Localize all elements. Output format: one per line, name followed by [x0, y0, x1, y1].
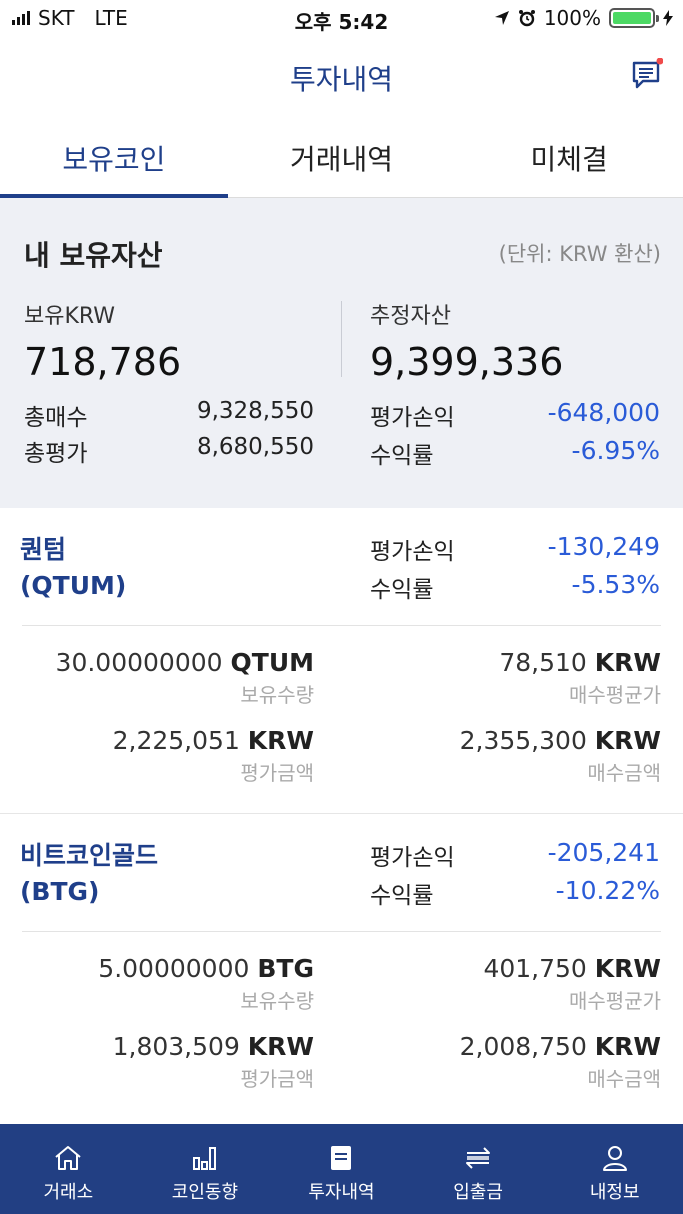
coin-buy-amount: 2,355,300 KRW 매수금액 — [361, 726, 661, 786]
coin-pl-value: -130,249 — [547, 532, 660, 561]
eval-label: 평가금액 — [240, 761, 314, 785]
krw-value: 718,786 — [24, 340, 182, 384]
eval-unit: KRW — [247, 1032, 314, 1061]
krw-balance: 보유KRW 718,786 — [24, 298, 314, 384]
nav-label: 입출금 — [453, 1182, 503, 1203]
pl-value: -648,000 — [547, 398, 660, 427]
tab-pending[interactable]: 미체결 — [455, 116, 683, 197]
qty-unit: BTG — [257, 954, 314, 983]
coin-name-ko: 비트코인골드 — [20, 841, 159, 870]
eval-label: 평가금액 — [240, 1067, 314, 1091]
coin-eval-amount: 1,803,509 KRW 평가금액 — [14, 1032, 314, 1092]
app-header: 투자내역 — [0, 38, 683, 116]
rate-value: -6.95% — [571, 436, 660, 465]
location-icon — [494, 11, 509, 25]
coin-rate-value: -5.53% — [571, 570, 660, 599]
chat-icon[interactable] — [631, 58, 663, 90]
coin-quantity: 5.00000000 BTG 보유수량 — [14, 954, 314, 1014]
bottom-nav: 거래소 코인동향 투자내역 입출금 내정보 — [0, 1124, 683, 1214]
user-icon — [602, 1146, 627, 1171]
coin-card-btg[interactable]: 비트코인골드 (BTG) 평가손익 -205,241 수익률 -10.22% 5… — [0, 814, 683, 1120]
avg-unit: KRW — [594, 954, 661, 983]
qty-label: 보유수량 — [240, 683, 314, 707]
eval-value: 1,803,509 — [112, 1032, 240, 1061]
coin-name: 비트코인골드 (BTG) — [20, 838, 158, 910]
buy-unit: KRW — [594, 726, 661, 755]
buy-value: 2,355,300 — [459, 726, 587, 755]
coin-avg-price: 78,510 KRW 매수평균가 — [361, 648, 661, 708]
qty-unit: QTUM — [230, 648, 314, 677]
asset-summary: 내 보유자산 (단위: KRW 환산) 보유KRW 718,786 추정자산 9… — [0, 198, 683, 508]
nav-label: 코인동향 — [171, 1182, 239, 1203]
summary-unit: (단위: KRW 환산) — [498, 242, 661, 266]
nav-my-info[interactable]: 내정보 — [546, 1124, 683, 1214]
battery-percent: 100% — [543, 6, 601, 30]
avg-label: 매수평균가 — [569, 989, 661, 1013]
qty-value: 30.00000000 — [55, 648, 223, 677]
krw-label: 보유KRW — [24, 304, 116, 329]
bar-chart-icon — [192, 1147, 216, 1170]
nav-exchange[interactable]: 거래소 — [0, 1124, 137, 1214]
nav-label: 투자내역 — [308, 1182, 375, 1203]
nav-label: 거래소 — [43, 1182, 94, 1203]
coin-symbol: (QTUM) — [20, 571, 127, 600]
nav-investments[interactable]: 투자내역 — [273, 1124, 410, 1214]
total-value: 9,399,336 — [370, 340, 564, 384]
pl-label: 평가손익 — [370, 405, 455, 431]
eval-value: 2,225,051 — [112, 726, 240, 755]
status-bar: SKT LTE 오후 5:42 100% — [0, 0, 683, 38]
home-icon — [55, 1146, 81, 1170]
avg-value: 78,510 — [499, 648, 587, 677]
eval-total-label: 총평가 — [24, 441, 88, 467]
nav-coin-trends[interactable]: 코인동향 — [137, 1124, 274, 1214]
avg-unit: KRW — [594, 648, 661, 677]
nav-label: 내정보 — [589, 1182, 640, 1203]
coin-buy-amount: 2,008,750 KRW 매수금액 — [361, 1032, 661, 1092]
rate-label: 수익률 — [370, 443, 434, 469]
tab-holdings[interactable]: 보유코인 — [0, 116, 228, 198]
avg-label: 매수평균가 — [569, 683, 661, 707]
coin-avg-price: 401,750 KRW 매수평균가 — [361, 954, 661, 1014]
coin-symbol: (BTG) — [20, 877, 100, 906]
total-label: 추정자산 — [370, 304, 451, 329]
summary-title: 내 보유자산 — [24, 239, 163, 272]
buy-total-label: 총매수 — [24, 405, 88, 431]
qty-label: 보유수량 — [240, 989, 314, 1013]
coin-divider — [22, 625, 661, 626]
nav-deposit-withdraw[interactable]: 입출금 — [410, 1124, 547, 1214]
eval-total-value: 8,680,550 — [196, 434, 314, 460]
buy-label: 매수금액 — [587, 1067, 661, 1091]
charging-icon — [663, 10, 673, 26]
page-title: 투자내역 — [289, 63, 394, 96]
tab-bar: 보유코인 거래내역 미체결 — [0, 116, 683, 198]
coin-pl-label: 평가손익 — [370, 845, 455, 871]
status-right: 100% — [494, 6, 673, 30]
coin-eval-amount: 2,225,051 KRW 평가금액 — [14, 726, 314, 786]
avg-value: 401,750 — [483, 954, 587, 983]
coin-name: 퀀텀 (QTUM) — [20, 532, 126, 604]
coin-divider — [22, 931, 661, 932]
buy-value: 2,008,750 — [459, 1032, 587, 1061]
qty-value: 5.00000000 — [98, 954, 250, 983]
document-icon — [331, 1146, 352, 1170]
coin-pl-label: 평가손익 — [370, 539, 455, 565]
buy-unit: KRW — [594, 1032, 661, 1061]
coin-quantity: 30.00000000 QTUM 보유수량 — [14, 648, 314, 708]
buy-label: 매수금액 — [587, 761, 661, 785]
eval-unit: KRW — [247, 726, 314, 755]
alarm-icon — [518, 10, 535, 27]
coin-pl-value: -205,241 — [547, 838, 660, 867]
coin-card-qtum[interactable]: 퀀텀 (QTUM) 평가손익 -130,249 수익률 -5.53% 30.00… — [0, 508, 683, 814]
estimated-assets: 추정자산 9,399,336 — [370, 298, 660, 384]
summary-divider — [341, 301, 342, 377]
battery-icon — [609, 8, 659, 28]
buy-total-value: 9,328,550 — [196, 398, 314, 424]
transfer-icon — [466, 1147, 491, 1169]
tab-history[interactable]: 거래내역 — [228, 116, 456, 197]
coin-name-ko: 퀀텀 — [20, 535, 67, 564]
coin-rate-label: 수익률 — [370, 577, 434, 603]
coin-rate-value: -10.22% — [555, 876, 660, 905]
coin-rate-label: 수익률 — [370, 883, 434, 909]
